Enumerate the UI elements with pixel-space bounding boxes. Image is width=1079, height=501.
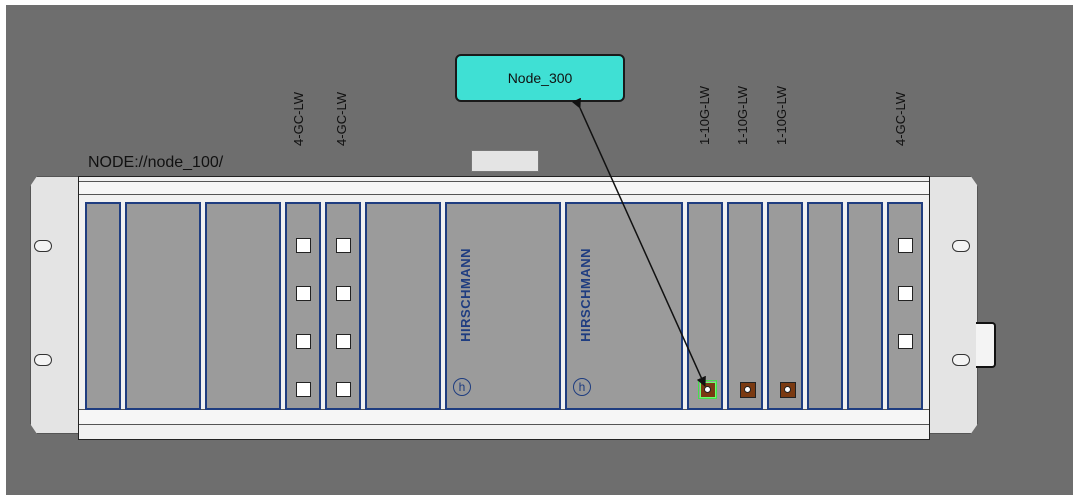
right-mounting-ear: [926, 176, 978, 434]
chassis-side-tab: [976, 322, 996, 368]
module-label-slot-5: 4-GC-LW: [291, 92, 306, 146]
rj45-port-icon[interactable]: [898, 238, 913, 253]
slot-10-1-10g-lw[interactable]: [687, 202, 723, 410]
slot-13[interactable]: [807, 202, 843, 410]
ear-mount-hole-icon: [952, 240, 970, 252]
ear-mount-hole-icon: [34, 354, 52, 366]
rj45-port-icon[interactable]: [296, 334, 311, 349]
module-label-slot-12: 1-10G-LW: [774, 86, 789, 145]
chassis-top-rail: [79, 181, 929, 195]
slot-11-1-10g-lw[interactable]: [727, 202, 763, 410]
slot-8-hirschmann[interactable]: HIRSCHMANN h: [445, 202, 561, 410]
module-label-slot-15: 4-GC-LW: [893, 92, 908, 146]
rj45-port-icon[interactable]: [898, 286, 913, 301]
node-300-label: Node_300: [507, 70, 573, 86]
sfp-port-icon-linked[interactable]: [698, 380, 717, 399]
chassis-bottom-rail: [79, 409, 929, 425]
node-100-chassis[interactable]: HIRSCHMANN h HIRSCHMANN h: [78, 176, 930, 440]
slot-6-4gc-lw[interactable]: [325, 202, 361, 410]
rj45-port-icon[interactable]: [336, 238, 351, 253]
slot-12-1-10g-lw[interactable]: [767, 202, 803, 410]
rj45-port-icon[interactable]: [898, 334, 913, 349]
slot-14[interactable]: [847, 202, 883, 410]
rj45-port-icon[interactable]: [336, 382, 351, 397]
slot-15-4gc-lw[interactable]: [887, 202, 923, 410]
hirschmann-logo-icon: h: [453, 378, 471, 396]
node-300-box[interactable]: Node_300: [455, 54, 625, 102]
sfp-port-icon[interactable]: [780, 382, 796, 398]
rj45-port-icon[interactable]: [296, 286, 311, 301]
slot-7[interactable]: [365, 202, 441, 410]
slot-3[interactable]: [205, 202, 281, 410]
chassis-top-module: [471, 150, 539, 172]
rj45-port-icon[interactable]: [336, 286, 351, 301]
left-mounting-ear: [30, 176, 80, 434]
slot-5-4gc-lw[interactable]: [285, 202, 321, 410]
hirschmann-logo-icon: h: [573, 378, 591, 396]
slot-1[interactable]: [85, 202, 121, 410]
rj45-port-icon[interactable]: [296, 238, 311, 253]
module-label-slot-10: 1-10G-LW: [697, 86, 712, 145]
slot-9-hirschmann[interactable]: HIRSCHMANN h: [565, 202, 683, 410]
module-label-slot-11: 1-10G-LW: [735, 86, 750, 145]
hirschmann-brand-label: HIRSCHMANN: [458, 248, 473, 342]
rj45-port-icon[interactable]: [296, 382, 311, 397]
ear-mount-hole-icon: [952, 354, 970, 366]
hirschmann-brand-label: HIRSCHMANN: [578, 248, 593, 342]
rj45-port-icon[interactable]: [336, 334, 351, 349]
module-label-slot-6: 4-GC-LW: [334, 92, 349, 146]
ear-mount-hole-icon: [34, 240, 52, 252]
slot-2[interactable]: [125, 202, 201, 410]
node-100-path-label: NODE://node_100/: [88, 154, 224, 171]
sfp-port-icon[interactable]: [740, 382, 756, 398]
